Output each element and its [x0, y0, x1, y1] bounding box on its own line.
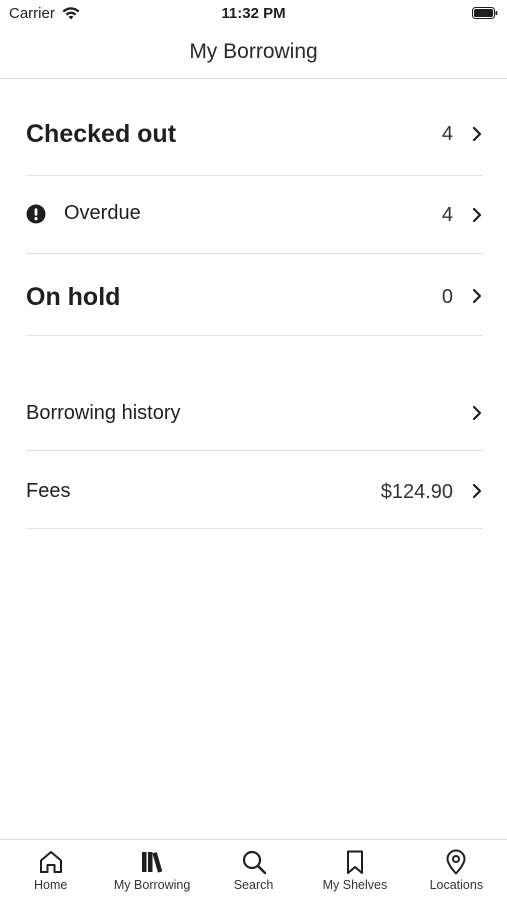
- on-hold-label: On hold: [26, 283, 121, 311]
- tab-my-shelves[interactable]: My Shelves: [304, 840, 405, 900]
- tab-home[interactable]: Home: [0, 840, 101, 900]
- page-title: My Borrowing: [189, 40, 318, 63]
- books-icon: [142, 852, 163, 873]
- tab-bar: Home My Borrowing Search My Shelves Loca…: [0, 839, 507, 900]
- battery-icon: [472, 7, 498, 19]
- checked-out-label: Checked out: [26, 120, 177, 148]
- fees-row[interactable]: Fees $124.90: [26, 451, 483, 529]
- tab-search-label: Search: [233, 878, 274, 892]
- borrowing-history-label: Borrowing history: [26, 402, 181, 424]
- overdue-label: Overdue: [64, 202, 141, 224]
- on-hold-row[interactable]: On hold 0: [26, 254, 483, 336]
- tab-my-borrowing-label: My Borrowing: [113, 878, 191, 892]
- checked-out-count: 4: [441, 123, 453, 145]
- borrowing-history-row[interactable]: Borrowing history: [26, 374, 483, 451]
- overdue-count: 4: [441, 204, 453, 226]
- tab-my-borrowing[interactable]: My Borrowing: [101, 840, 202, 900]
- checked-out-row[interactable]: Checked out 4: [26, 96, 483, 176]
- status-bar: Carrier 11:32 PM: [0, 0, 507, 28]
- location-pin-icon: [446, 849, 466, 875]
- on-hold-count: 0: [441, 286, 453, 308]
- home-icon: [39, 851, 62, 873]
- chevron-right-icon: [472, 288, 482, 304]
- tab-locations-label: Locations: [429, 878, 484, 892]
- chevron-right-icon: [472, 405, 482, 421]
- tab-home-label: Home: [34, 878, 68, 892]
- chevron-right-icon: [472, 207, 482, 223]
- overdue-row[interactable]: Overdue 4: [26, 176, 483, 254]
- navigation-bar: My Borrowing: [0, 28, 507, 79]
- status-time: 11:32 PM: [221, 5, 286, 22]
- chevron-right-icon: [472, 126, 482, 142]
- bookmark-icon: [346, 850, 363, 874]
- chevron-right-icon: [472, 483, 482, 499]
- alert-icon: [26, 204, 46, 224]
- fees-label: Fees: [26, 480, 71, 502]
- tab-search[interactable]: Search: [203, 840, 304, 900]
- search-icon: [242, 850, 266, 875]
- fees-amount: $124.90: [380, 481, 453, 503]
- tab-locations[interactable]: Locations: [406, 840, 507, 900]
- tab-my-shelves-label: My Shelves: [322, 878, 388, 892]
